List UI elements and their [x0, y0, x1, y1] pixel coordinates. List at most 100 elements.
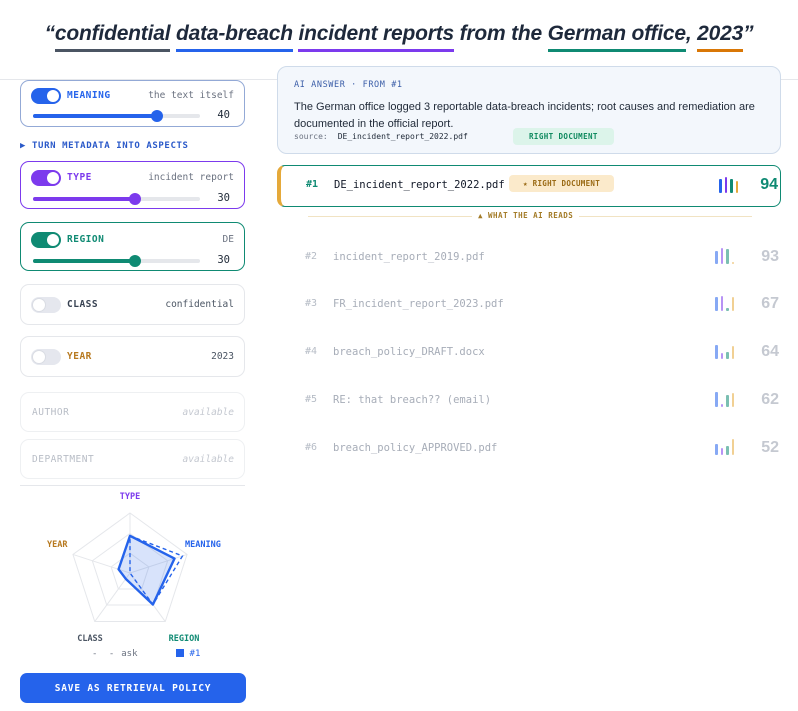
type-toggle[interactable]	[31, 170, 61, 186]
aspect-label: DEPARTMENT	[32, 454, 95, 465]
result-rank: #1	[306, 179, 319, 190]
result-file: DE_incident_report_2022.pdf	[334, 179, 505, 191]
meaning-slider[interactable]	[33, 110, 200, 122]
score-bar	[730, 178, 733, 193]
radar-label-class: CLASS	[77, 634, 103, 644]
score-bar	[724, 177, 727, 193]
query-segment: from the	[453, 22, 548, 45]
result-rank: #5	[305, 394, 318, 405]
result-score: 94	[760, 176, 778, 193]
query-segment: ,	[685, 22, 698, 45]
aspect-class[interactable]: CLASS confidential	[20, 284, 245, 325]
score-bar	[720, 248, 723, 264]
aspect-value: confidential	[165, 299, 234, 310]
aspect-label: AUTHOR	[32, 407, 70, 418]
aspect-meaning[interactable]: MEANING the text itself 40	[20, 80, 245, 127]
aspect-author[interactable]: AUTHOR available	[20, 392, 245, 432]
year-toggle[interactable]	[31, 349, 61, 365]
aspect-label: REGION	[67, 234, 105, 245]
result-file: RE: that breach?? (email)	[333, 394, 492, 406]
score-bar	[715, 344, 718, 359]
score-bar	[731, 261, 734, 264]
result-score: 93	[761, 248, 779, 265]
legend-dash: - -	[92, 649, 118, 659]
slider-knob[interactable]	[150, 110, 163, 122]
score-bar	[731, 346, 734, 359]
aspect-value: DE	[222, 234, 234, 245]
score-bar	[720, 295, 723, 311]
answer-header: AI ANSWER · FROM #1	[294, 80, 403, 90]
result-row-3[interactable]: #3 FR_incident_report_2023.pdf 67	[277, 283, 781, 325]
query-segment: incident reports	[298, 22, 454, 52]
source-file[interactable]: DE_incident_report_2022.pdf	[338, 132, 468, 141]
aspect-label: TYPE	[67, 172, 92, 183]
region-slider[interactable]	[33, 255, 200, 267]
aspect-year[interactable]: YEAR 2023	[20, 336, 245, 377]
class-toggle[interactable]	[31, 297, 61, 313]
score-bar	[726, 351, 729, 359]
close-quote: ”	[743, 22, 754, 45]
left-divider	[20, 485, 245, 486]
aspect-region[interactable]: REGION DE 30	[20, 222, 245, 271]
aspect-score-bars	[715, 439, 734, 455]
slider-knob[interactable]	[128, 255, 141, 267]
result-rank: #3	[305, 298, 318, 309]
meaning-toggle[interactable]	[31, 88, 61, 104]
radar-legend: - - ask #1	[92, 649, 200, 659]
right-document-badge: RIGHT DOCUMENT	[513, 128, 614, 145]
aspect-value: incident report	[148, 172, 234, 183]
result-row-6[interactable]: #6 breach_policy_APPROVED.pdf 52	[277, 427, 781, 469]
score-bar	[726, 395, 729, 407]
open-quote: “	[44, 22, 56, 45]
ai-answer-card: AI ANSWER · FROM #1 The German office lo…	[277, 66, 781, 154]
legend-square-icon	[175, 649, 184, 657]
answer-text: The German office logged 3 reportable da…	[294, 101, 755, 129]
result-rank: #6	[305, 442, 318, 453]
result-score: 64	[761, 343, 779, 360]
aspect-score-bars	[715, 295, 734, 311]
aspect-score-bars	[719, 177, 738, 193]
answer-source: source: DE_incident_report_2022.pdf	[294, 132, 468, 141]
result-rank: #4	[305, 346, 318, 357]
score-bar	[715, 297, 718, 311]
slider-knob[interactable]	[128, 193, 141, 205]
score-bar	[720, 403, 723, 407]
result-row-1[interactable]: #1 DE_incident_report_2022.pdf ★ RIGHT D…	[277, 165, 781, 207]
turn-metadata-link[interactable]: ▶ TURN METADATA INTO ASPECTS	[20, 141, 189, 151]
region-toggle[interactable]	[31, 232, 61, 248]
aspect-value: available	[182, 407, 234, 418]
save-retrieval-policy-button[interactable]: SAVE AS RETRIEVAL POLICY	[20, 673, 246, 703]
aspect-score-bars	[715, 248, 734, 264]
result-row-4[interactable]: #4 breach_policy_DRAFT.docx 64	[277, 331, 781, 373]
radar-label-year: YEAR	[47, 540, 68, 550]
radar-result-shape	[117, 534, 176, 606]
score-bar	[719, 179, 722, 193]
slider-fill	[33, 259, 135, 263]
score-bar	[715, 443, 718, 455]
aspect-label: YEAR	[67, 351, 92, 362]
aspect-score-bars	[715, 343, 734, 359]
aspect-department[interactable]: DEPARTMENT available	[20, 439, 245, 479]
score-bar	[731, 393, 734, 407]
query-segment: German office	[547, 22, 686, 52]
type-slider[interactable]	[33, 193, 200, 205]
aspect-value: the text itself	[148, 90, 234, 101]
slider-fill	[33, 197, 135, 201]
aspect-value: 2023	[211, 351, 234, 362]
right-document-badge: ★ RIGHT DOCUMENT	[509, 175, 615, 192]
aspect-radar-chart: TYPE MEANING REGION CLASS YEAR	[47, 492, 221, 644]
result-row-2[interactable]: #2 incident_report_2019.pdf 93	[277, 236, 781, 278]
aspect-label: MEANING	[67, 90, 111, 101]
radar-label-meaning: MEANING	[185, 540, 221, 550]
aspect-type[interactable]: TYPE incident report 30	[20, 161, 245, 209]
aspect-label: CLASS	[67, 299, 99, 310]
result-file: incident_report_2019.pdf	[333, 251, 485, 263]
result-score: 67	[761, 295, 779, 312]
source-label: source:	[294, 132, 328, 141]
ai-reads-label: ▲ WHAT THE AI READS	[472, 211, 580, 220]
result-file: breach_policy_DRAFT.docx	[333, 346, 485, 358]
aspect-score-bars	[715, 391, 734, 407]
result-row-5[interactable]: #5 RE: that breach?? (email) 62	[277, 379, 781, 421]
score-bar	[735, 181, 738, 193]
score-bar	[731, 439, 734, 455]
